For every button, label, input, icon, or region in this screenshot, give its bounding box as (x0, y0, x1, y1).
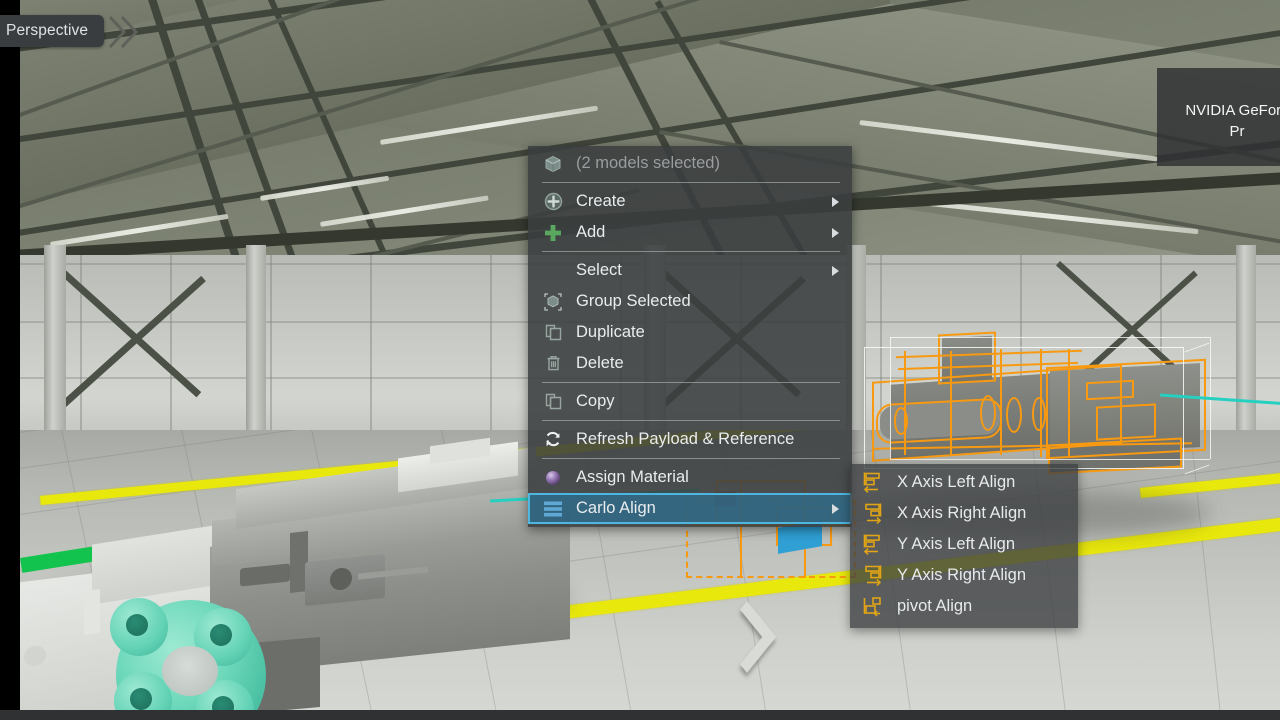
menu-item-refresh-payload-reference[interactable]: Refresh Payload & Reference (528, 424, 852, 455)
menu-item-assign-material-label: Assign Material (576, 468, 689, 486)
menu-item-select[interactable]: Select (528, 255, 852, 286)
copy-icon (542, 391, 564, 413)
menu-item-create-label: Create (576, 192, 626, 210)
submenu-item-y-axis-right-align-label: Y Axis Right Align (897, 566, 1027, 584)
menu-item-group-selected[interactable]: Group Selected (528, 286, 852, 317)
menu-item-add-label: Add (576, 223, 606, 241)
context-menu-header-label: (2 models selected) (576, 154, 720, 172)
x-axis-right-align-icon (862, 502, 884, 526)
context-menu-header: (2 models selected) (528, 148, 852, 179)
chevron-right-icon (832, 196, 839, 207)
plus-icon (542, 222, 564, 244)
machine-right-selected[interactable] (850, 325, 1220, 485)
refresh-icon (542, 429, 564, 451)
context-menu[interactable]: (2 models selected) Create Add Select Gr… (528, 146, 852, 527)
duplicate-icon (542, 322, 564, 344)
menu-item-refresh-label: Refresh Payload & Reference (576, 430, 795, 448)
gpu-watermark: NVIDIA GeForc Pr (1157, 68, 1280, 166)
chevron-right-icon (832, 503, 839, 514)
cube-icon (542, 153, 564, 175)
trash-icon (542, 353, 564, 375)
pivot-align-icon (862, 595, 884, 619)
chevron-right-icon (832, 265, 839, 276)
menu-item-duplicate-label: Duplicate (576, 323, 645, 341)
submenu-item-y-axis-left-align[interactable]: Y Axis Left Align (850, 529, 1078, 560)
menu-item-carlo-align[interactable]: Carlo Align (528, 493, 852, 524)
bottom-status-bar (0, 710, 1280, 720)
x-axis-left-align-icon (862, 471, 884, 495)
menu-item-add[interactable]: Add (528, 217, 852, 248)
gpu-watermark-line2: Pr (1229, 123, 1245, 140)
submenu-item-x-axis-right-align[interactable]: X Axis Right Align (850, 498, 1078, 529)
menu-item-assign-material[interactable]: Assign Material (528, 462, 852, 493)
menu-separator (542, 251, 840, 252)
carlo-align-submenu[interactable]: X Axis Left Align X Axis Right Align Y A… (850, 464, 1078, 628)
align-bars-icon (542, 498, 564, 520)
app-root: Perspective NVIDIA GeForc Pr (2 models s… (0, 0, 1280, 720)
menu-separator (542, 382, 840, 383)
circle-plus-icon (542, 191, 564, 213)
submenu-item-y-axis-left-align-label: Y Axis Left Align (897, 535, 1016, 553)
menu-item-carlo-align-label: Carlo Align (576, 499, 656, 517)
no-icon-placeholder (542, 260, 564, 282)
menu-separator (542, 420, 840, 421)
submenu-item-x-axis-left-align[interactable]: X Axis Left Align (850, 467, 1078, 498)
menu-item-delete[interactable]: Delete (528, 348, 852, 379)
submenu-item-x-axis-right-align-label: X Axis Right Align (897, 504, 1027, 522)
camera-perspective-label[interactable]: Perspective (0, 15, 105, 47)
menu-separator (542, 182, 840, 183)
submenu-item-x-axis-left-align-label: X Axis Left Align (897, 473, 1016, 491)
submenu-item-y-axis-right-align[interactable]: Y Axis Right Align (850, 560, 1078, 591)
menu-item-group-selected-label: Group Selected (576, 292, 691, 310)
material-sphere-icon (542, 467, 564, 489)
menu-item-select-label: Select (576, 261, 622, 279)
menu-separator (542, 458, 840, 459)
menu-item-create[interactable]: Create (528, 186, 852, 217)
machine-left-unselected[interactable] (20, 437, 570, 710)
y-axis-left-align-icon (862, 533, 884, 557)
menu-item-duplicate[interactable]: Duplicate (528, 317, 852, 348)
menu-item-delete-label: Delete (576, 354, 624, 372)
submenu-item-pivot-align-label: pivot Align (897, 597, 973, 615)
group-cube-icon (542, 291, 564, 313)
submenu-item-pivot-align[interactable]: pivot Align (850, 591, 1078, 622)
chevron-right-icon (832, 227, 839, 238)
y-axis-right-align-icon (862, 564, 884, 588)
menu-item-copy-label: Copy (576, 392, 615, 410)
menu-item-copy[interactable]: Copy (528, 386, 852, 417)
camera-perspective-text: Perspective (6, 22, 89, 39)
left-black-border (0, 0, 20, 720)
selection-bounding-box (864, 347, 1184, 469)
gpu-watermark-line1: NVIDIA GeForc (1185, 102, 1280, 119)
